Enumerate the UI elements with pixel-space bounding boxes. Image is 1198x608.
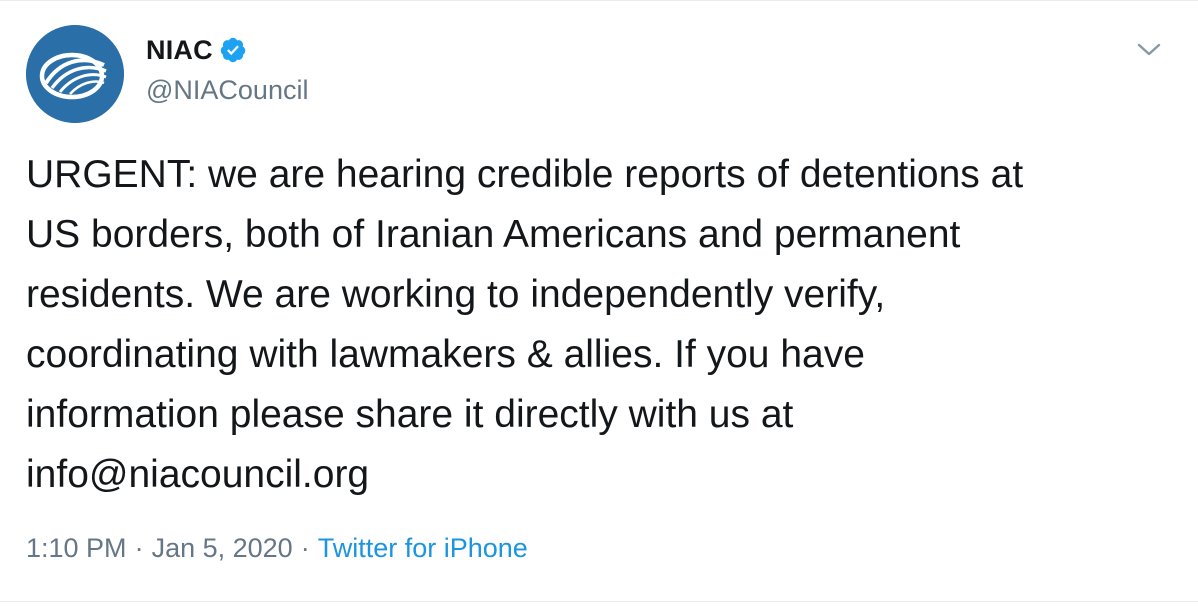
niac-logo-icon	[26, 25, 124, 123]
verified-badge-icon	[219, 36, 247, 64]
divider	[0, 601, 1198, 602]
tweet-date[interactable]: Jan 5, 2020	[152, 533, 293, 564]
author-handle[interactable]: @NIACouncil	[146, 75, 308, 106]
avatar[interactable]	[26, 25, 124, 123]
author-name-row[interactable]: NIAC	[146, 33, 247, 67]
tweet-metadata: 1:10 PM · Jan 5, 2020 · Twitter for iPho…	[26, 533, 528, 564]
tweet-text: URGENT: we are hearing credible reports …	[26, 153, 1024, 496]
tweet-source-link[interactable]: Twitter for iPhone	[318, 533, 528, 564]
tweet-time[interactable]: 1:10 PM	[26, 533, 127, 564]
chevron-down-icon[interactable]	[1134, 39, 1164, 61]
separator: ·	[300, 533, 310, 563]
tweet-card: NIAC @NIACouncil URGENT: we are hearing …	[0, 0, 1198, 608]
separator: ·	[134, 533, 144, 563]
display-name[interactable]: NIAC	[146, 35, 213, 66]
